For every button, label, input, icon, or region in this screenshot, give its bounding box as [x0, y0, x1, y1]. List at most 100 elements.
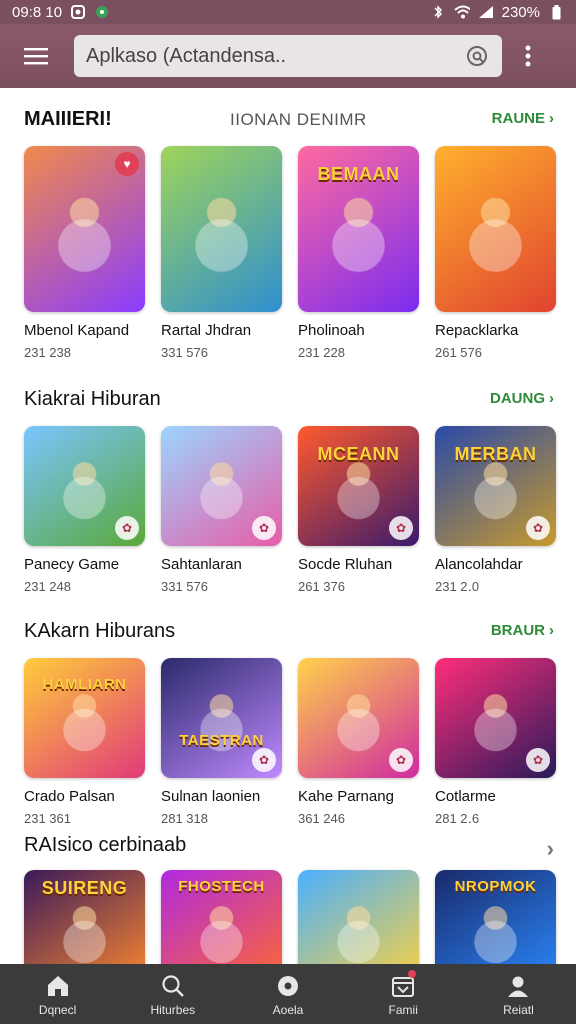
app-card[interactable]: HAMLIARN Crado Palsan 231 361 [24, 658, 145, 827]
app-name: Repacklarka [435, 322, 519, 339]
notification-icon [70, 4, 86, 20]
app-stat: 231 361 [24, 811, 71, 826]
app-card[interactable]: Repacklarka 261 576 [435, 146, 556, 360]
app-thumbnail[interactable]: MERBAN ✿ [435, 426, 556, 546]
app-stat: 231 2․0 [435, 579, 480, 594]
app-thumbnail[interactable]: ✿ [435, 658, 556, 778]
section-title: KAkarn Hiburans [24, 620, 176, 642]
app-card[interactable]: SUIRENG [24, 870, 145, 964]
section-recommended: RAIsico cerbinaab › SUIRENG FHOSTECH NRO… [0, 826, 576, 964]
app-card[interactable] [298, 870, 419, 964]
app-card[interactable]: BEMAAN Pholinoah 231 228 [298, 146, 419, 360]
app-stat: 261 576 [435, 345, 482, 360]
location-icon [274, 972, 302, 1000]
app-thumbnail[interactable]: ✿ [24, 426, 145, 546]
nav-label: Famii [388, 1002, 418, 1017]
person-icon [504, 972, 532, 1000]
app-badge-icon: ✿ [252, 516, 276, 540]
section-entertainment: Kiakrai Hiburan DAUNG › ✿ Panecy Game 231… [0, 380, 576, 606]
app-name: Sahtanlaran [161, 556, 242, 573]
app-name: Sulnan laonien [161, 788, 261, 805]
signal-icon [478, 4, 494, 20]
app-name: Panecy Game [24, 556, 120, 573]
app-card[interactable]: Rartal Jhdran 331 576 [161, 146, 282, 360]
app-card[interactable]: ✿ Panecy Game 231 248 [24, 426, 145, 595]
hamburger-icon [24, 48, 48, 65]
app-card[interactable]: ♥ Mbenol Kapand 231 238 [24, 146, 145, 360]
see-more-link[interactable]: › [547, 836, 554, 862]
see-more-link[interactable]: BRAUR › [491, 622, 554, 639]
app-card[interactable]: FHOSTECH [161, 870, 282, 964]
search-bar[interactable]: Aplkaso (Actandensa.. [74, 35, 502, 77]
chevron-right-icon: › [549, 622, 554, 639]
app-card[interactable]: ✿ Cotlarme 281 2․6 [435, 658, 556, 827]
app-thumbnail[interactable] [298, 870, 419, 964]
app-card[interactable]: MERBAN ✿ Alancolahdar 231 2․0 [435, 426, 556, 595]
nav-label: Dqnecl [38, 1002, 77, 1017]
app-name: Socde Rluhan [298, 556, 393, 573]
thumbnail-banner-text: MCEANN [317, 444, 400, 464]
app-stat: 331 576 [161, 579, 208, 594]
app-stat: 261 376 [298, 579, 345, 594]
app-stat: 331 576 [161, 345, 208, 360]
app-badge-icon: ✿ [389, 748, 413, 772]
chevron-right-icon: › [549, 390, 554, 407]
search-icon[interactable] [464, 43, 490, 69]
section-subtitle: IIONAN DENIMR [230, 110, 367, 129]
see-more-label: DAUNG [490, 390, 545, 407]
see-more-label: BRAUR [490, 622, 545, 639]
app-thumbnail[interactable]: HAMLIARN [24, 658, 145, 778]
menu-button[interactable] [12, 32, 60, 80]
app-thumbnail[interactable]: SUIRENG [24, 870, 145, 964]
app-stat: 361 246 [298, 811, 345, 826]
app-stat: 281 2․6 [435, 811, 480, 826]
app-thumbnail[interactable]: TAESTRAN ✿ [161, 658, 282, 778]
app-name: Kahe Parnang [298, 788, 394, 805]
app-thumbnail[interactable]: FHOSTECH [161, 870, 282, 964]
app-card[interactable]: ✿ Sahtanlaran 331 576 [161, 426, 282, 595]
app-card[interactable]: MCEANN ✿ Socde Rluhan 261 376 [298, 426, 419, 595]
app-name: Pholinoah [298, 322, 365, 339]
app-thumbnail[interactable]: BEMAAN [298, 146, 419, 312]
battery-icon [548, 4, 564, 20]
app-thumbnail[interactable] [161, 146, 282, 312]
app-thumbnail[interactable]: ✿ [161, 426, 282, 546]
overflow-menu-button[interactable] [516, 36, 540, 76]
thumbnail-banner-text: BEMAAN [317, 164, 400, 184]
wifi-icon [453, 4, 470, 20]
nav-item-calendar[interactable]: Famii [346, 964, 461, 1024]
more-vert-icon [525, 45, 531, 67]
home-icon [44, 972, 72, 1000]
app-thumbnail[interactable]: ✿ [298, 658, 419, 778]
app-name: Rartal Jhdran [161, 322, 252, 339]
app-name: Alancolahdar [435, 556, 523, 573]
app-thumbnail[interactable] [435, 146, 556, 312]
app-card[interactable]: NROPMOK [435, 870, 556, 964]
thumbnail-banner-text: NROPMOK [454, 878, 537, 895]
app-card[interactable]: TAESTRAN ✿ Sulnan laonien 281 318 [161, 658, 282, 827]
thumbnail-art [298, 870, 419, 964]
see-more-link[interactable]: DAUNG › [490, 390, 554, 407]
app-thumbnail[interactable]: ♥ [24, 146, 145, 312]
nav-item-profile[interactable]: Reiatl [461, 964, 576, 1024]
chevron-right-icon: › [549, 110, 554, 127]
nav-item-location[interactable]: Aoela [230, 964, 345, 1024]
see-more-link[interactable]: RAUNE › [492, 110, 554, 127]
nav-item-home[interactable]: Dqnecl [0, 964, 115, 1024]
section-title: RAIsico cerbinaab [24, 834, 187, 856]
app-card[interactable]: ✿ Kahe Parnang 361 246 [298, 658, 419, 827]
search-input[interactable]: Aplkaso (Actandensa.. [86, 45, 464, 68]
nav-item-search[interactable]: Hiturbes [115, 964, 230, 1024]
app-stat: 231 248 [24, 579, 71, 594]
app-thumbnail[interactable]: NROPMOK [435, 870, 556, 964]
app-stat: 281 318 [161, 811, 208, 826]
bottom-navigation: Dqnecl Hiturbes Aoela Famii Reiatl [0, 964, 576, 1024]
thumbnail-art [435, 146, 556, 312]
app-name: Cotlarme [435, 788, 496, 805]
app-badge-icon: ✿ [526, 748, 550, 772]
app-thumbnail[interactable]: MCEANN ✿ [298, 426, 419, 546]
app-badge-icon: ✿ [115, 516, 139, 540]
app-name: Mbenol Kapand [24, 322, 130, 339]
status-bar: 09:8 10 230% [0, 0, 576, 24]
app-badge-icon: ✿ [389, 516, 413, 540]
